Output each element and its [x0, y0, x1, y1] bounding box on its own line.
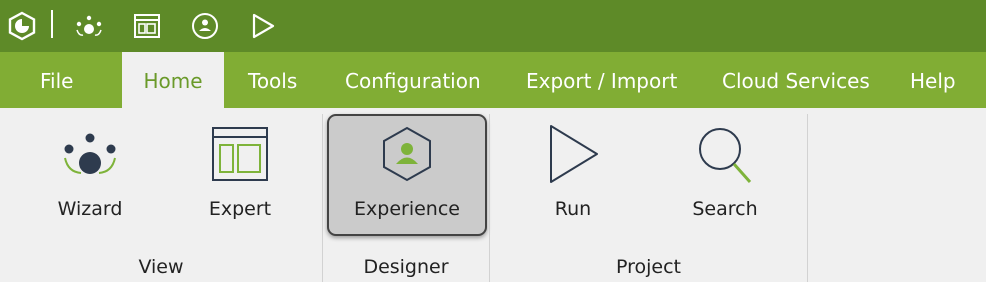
group-label-designer: Designer	[363, 256, 449, 278]
wizard-label: Wizard	[57, 198, 123, 220]
experience-designer-icon[interactable]	[189, 0, 221, 52]
wizard-view-icon[interactable]	[72, 0, 106, 52]
tab-file[interactable]: File	[40, 52, 73, 108]
tab-tools[interactable]: Tools	[248, 52, 297, 108]
experience-icon	[329, 122, 485, 186]
group-label-project: Project	[615, 256, 681, 278]
toolbar-separator	[51, 10, 53, 38]
run-button[interactable]: Run	[523, 108, 623, 244]
expert-label: Expert	[208, 198, 272, 220]
tab-home[interactable]: Home	[122, 52, 224, 108]
search-button[interactable]: Search	[675, 108, 775, 244]
run-icon[interactable]	[246, 0, 278, 52]
expert-icon	[190, 122, 290, 186]
wizard-button[interactable]: Wizard	[40, 108, 140, 244]
tab-export-import[interactable]: Export / Import	[526, 52, 677, 108]
tab-help[interactable]: Help	[910, 52, 956, 108]
tab-cloud-services[interactable]: Cloud Services	[722, 52, 870, 108]
experience-label: Experience	[354, 198, 460, 220]
search-icon	[675, 122, 775, 186]
run-label: Run	[554, 198, 592, 220]
search-label: Search	[692, 198, 758, 220]
tab-configuration[interactable]: Configuration	[345, 52, 481, 108]
run-icon	[523, 122, 623, 186]
expert-view-icon[interactable]	[131, 0, 163, 52]
group-divider	[807, 114, 808, 282]
experience-button[interactable]: Experience	[327, 114, 487, 236]
ribbon: Wizard Expert View Experience Designer R…	[0, 108, 986, 282]
group-label-view: View	[138, 256, 184, 278]
wizard-icon	[40, 122, 140, 186]
app-logo-icon	[6, 0, 38, 52]
expert-button[interactable]: Expert	[190, 108, 290, 244]
